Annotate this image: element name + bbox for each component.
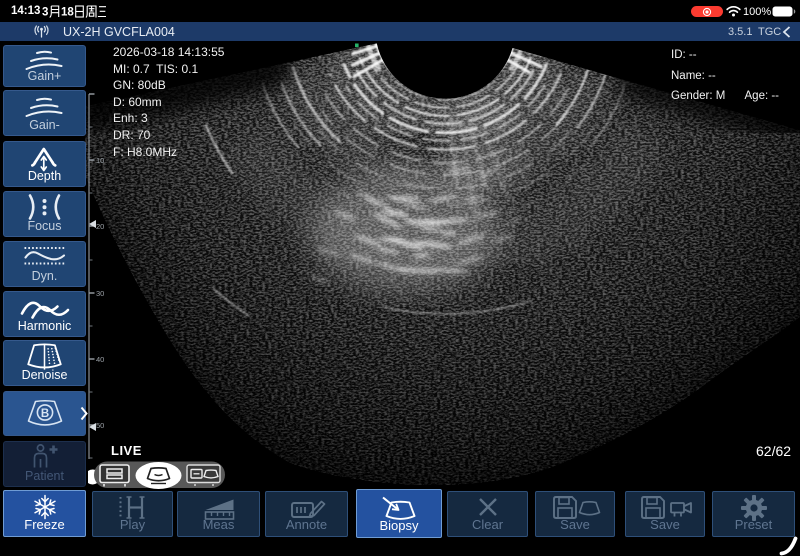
svg-text:B: B (41, 408, 49, 420)
svg-text:40: 40 (96, 355, 104, 364)
svg-text:30: 30 (96, 289, 104, 298)
svg-text:18: 18 (61, 6, 74, 18)
svg-text:3: 3 (42, 6, 48, 18)
svg-text:10: 10 (96, 156, 104, 165)
svg-text:50: 50 (96, 421, 104, 430)
svg-text:20: 20 (96, 222, 104, 231)
